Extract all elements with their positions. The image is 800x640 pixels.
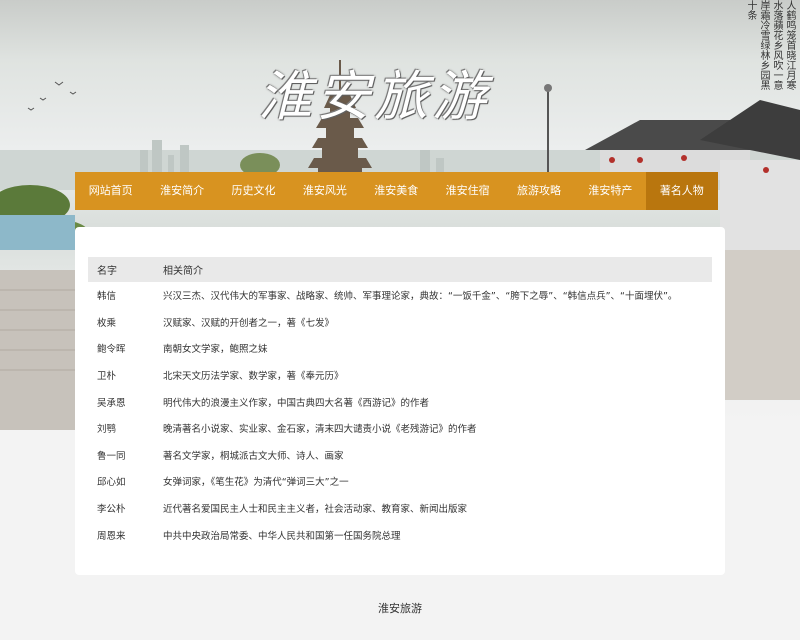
- table-row: 周恩来 中共中央政治局常委、中华人民共和国第一任国务院总理: [88, 521, 712, 548]
- person-name: 鲍令晖: [97, 344, 126, 356]
- person-description: 明代伟大的浪漫主义作家，中国古典四大名著《西游记》的作者: [163, 397, 430, 409]
- table-row: 鲍令晖 南朝女文学家，鲍照之妹: [88, 335, 712, 362]
- nav-item-8[interactable]: 著名人物: [646, 172, 718, 210]
- table-row: 李公朴 近代著名爱国民主人士和民主主义者，社会活动家、教育家、新闻出版家: [88, 495, 712, 522]
- table-row: 刘鹗 晚清著名小说家、实业家、金石家，清末四大谴责小说《老残游记》的作者: [88, 415, 712, 442]
- content-card: 名字 相关简介 韩信 兴汉三杰、汉代伟大的军事家、战略家、统帅、军事理论家，典故：…: [75, 227, 725, 575]
- table-row: 韩信 兴汉三杰、汉代伟大的军事家、战略家、统帅、军事理论家，典故：“一饭千金”、“…: [88, 282, 712, 309]
- table-row: 枚乘 汉赋家、汉赋的开创者之一，著《七发》: [88, 309, 712, 336]
- banner-title: 淮安旅游: [258, 65, 490, 128]
- nav-item-2[interactable]: 历史文化: [218, 172, 289, 210]
- nav-item-3[interactable]: 淮安风光: [289, 172, 360, 210]
- people-table: 名字 相关简介 韩信 兴汉三杰、汉代伟大的军事家、战略家、统帅、军事理论家，典故：…: [88, 257, 712, 548]
- person-name: 韩信: [97, 291, 117, 303]
- table-row: 卫朴 北宋天文历法学家、数学家，著《奉元历》: [88, 362, 712, 389]
- table-row: 鲁一同 著名文学家，桐城派古文大师、诗人、画家: [88, 442, 712, 469]
- nav-item-5[interactable]: 淮安住宿: [432, 172, 503, 210]
- person-description: 女弹词家，《笔生花》为清代“弹词三大”之一: [163, 477, 349, 489]
- nav-item-6[interactable]: 旅游攻略: [503, 172, 574, 210]
- person-name: 吴承恩: [97, 397, 126, 409]
- person-name: 卫朴: [97, 371, 117, 383]
- header-desc: 相关简介: [163, 266, 203, 277]
- person-name: 刘鹗: [97, 424, 117, 436]
- person-description: 南朝女文学家，鲍照之妹: [163, 344, 268, 356]
- person-description: 近代著名爱国民主人士和民主主义者，社会活动家、教育家、新闻出版家: [163, 504, 468, 516]
- header-name: 名字: [97, 266, 117, 277]
- person-description: 兴汉三杰、汉代伟大的军事家、战略家、统帅、军事理论家，典故：“一饭千金”、“胯下…: [163, 291, 678, 303]
- table-header: 名字 相关简介: [88, 257, 712, 282]
- nav-item-1[interactable]: 淮安简介: [146, 172, 217, 210]
- person-description: 晚清著名小说家、实业家、金石家，清末四大谴责小说《老残游记》的作者: [163, 424, 477, 436]
- person-name: 枚乘: [97, 317, 117, 329]
- nav-item-0[interactable]: 网站首页: [75, 172, 146, 210]
- person-name: 鲁一同: [97, 450, 126, 462]
- table-row: 吴承恩 明代伟大的浪漫主义作家，中国古典四大名著《西游记》的作者: [88, 388, 712, 415]
- person-description: 著名文学家，桐城派古文大师、诗人、画家: [163, 450, 344, 462]
- main-navigation: 网站首页 淮安简介 历史文化 淮安风光 淮安美食 淮安住宿 旅游攻略 淮安特产 著名人物: [75, 172, 718, 210]
- decorative-poem: 人鹤鸣笼首晓江月寒水落蘋花乡风吹一意岸霜冷雪绿林乡园黑十条: [745, 0, 795, 90]
- nav-item-4[interactable]: 淮安美食: [361, 172, 432, 210]
- person-name: 邱心如: [97, 477, 126, 489]
- footer-text: 淮安旅游: [378, 602, 422, 615]
- person-description: 汉赋家、汉赋的开创者之一，著《七发》: [163, 317, 335, 329]
- person-description: 中共中央政治局常委、中华人民共和国第一任国务院总理: [163, 530, 401, 542]
- person-name: 李公朴: [97, 504, 126, 516]
- table-row: 邱心如 女弹词家，《笔生花》为清代“弹词三大”之一: [88, 468, 712, 495]
- nav-item-7[interactable]: 淮安特产: [575, 172, 646, 210]
- person-description: 北宋天文历法学家、数学家，著《奉元历》: [163, 371, 344, 383]
- person-name: 周恩来: [97, 530, 126, 542]
